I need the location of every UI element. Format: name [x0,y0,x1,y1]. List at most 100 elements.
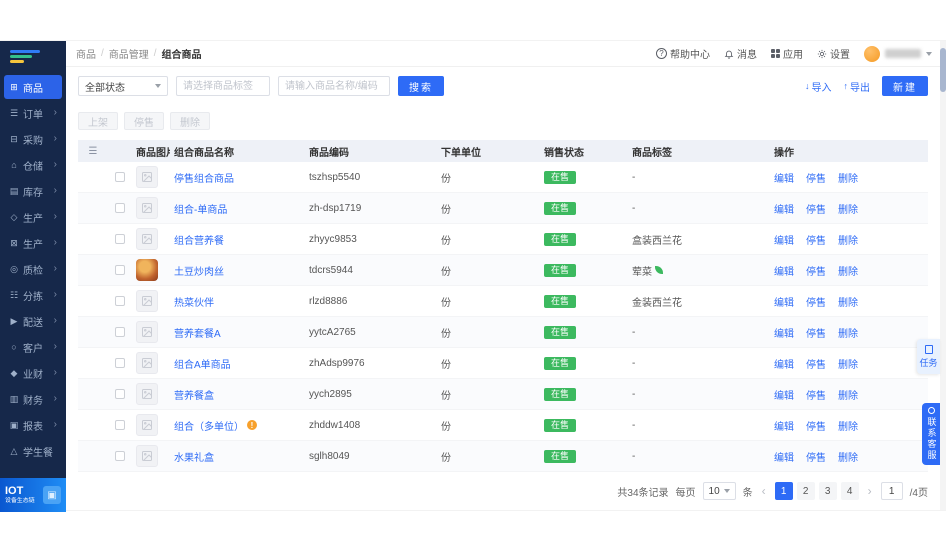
sidebar-menu-item[interactable]: ☰ 订单 › [4,101,62,125]
row-action-link[interactable]: 停售 [806,294,826,309]
row-checkbox[interactable] [115,451,125,461]
row-action-link[interactable]: 编辑 [774,449,794,464]
scrollbar-track[interactable] [940,41,946,510]
status-filter-select[interactable]: 全部状态 [78,76,168,96]
product-name-link[interactable]: 组合A单商品 [174,356,231,371]
bulk-stopsale-button[interactable]: 停售 [124,112,164,130]
sidebar-menu-item[interactable]: ○ 客户 › [4,335,62,359]
row-action-link[interactable]: 删除 [838,263,858,278]
row-checkbox[interactable] [115,358,125,368]
product-name-link[interactable]: 营养餐盒 [174,387,214,402]
sidebar-menu-item[interactable]: △ 学生餐 › [4,439,62,463]
row-checkbox[interactable] [115,389,125,399]
product-name-link[interactable]: 土豆炒肉丝 [174,263,224,278]
product-name-link[interactable]: 组合（多单位） [174,418,244,433]
settings-button[interactable]: 设置 [817,46,850,61]
row-action-link[interactable]: 停售 [806,356,826,371]
page-jump-input[interactable] [881,482,903,500]
user-menu[interactable] [864,46,932,62]
row-action-link[interactable]: 编辑 [774,294,794,309]
sidebar-menu-item[interactable]: ⊠ 生产 › [4,231,62,255]
sidebar-menu-item[interactable]: ▣ 报表 › [4,413,62,437]
row-action-link[interactable]: 停售 [806,387,826,402]
row-checkbox[interactable] [115,172,125,182]
row-action-link[interactable]: 删除 [838,201,858,216]
row-checkbox[interactable] [115,203,125,213]
breadcrumb-item[interactable]: 商品 [76,46,96,61]
row-action-link[interactable]: 删除 [838,449,858,464]
page-number[interactable]: 3 [819,482,837,500]
row-action-link[interactable]: 删除 [838,418,858,433]
row-action-link[interactable]: 删除 [838,294,858,309]
bulk-delete-button[interactable]: 删除 [170,112,210,130]
sidebar-menu-item[interactable]: ◇ 生产 › [4,205,62,229]
scrollbar-thumb[interactable] [940,48,946,92]
chevron-right-icon: › [54,368,57,378]
help-center-button[interactable]: ? 帮助中心 [656,46,710,61]
prev-page-button[interactable]: ‹ [760,484,768,498]
row-checkbox[interactable] [115,327,125,337]
row-actions: 编辑停售删除 [770,232,928,247]
product-name-link[interactable]: 组合-单商品 [174,201,227,216]
export-button[interactable]: ↑ 导出 [844,79,871,94]
sidebar-menu-item[interactable]: ☷ 分拣 › [4,283,62,307]
row-action-link[interactable]: 停售 [806,201,826,216]
row-action-link[interactable]: 编辑 [774,232,794,247]
row-action-link[interactable]: 编辑 [774,387,794,402]
row-checkbox[interactable] [115,265,125,275]
keyword-search-input[interactable] [278,76,390,96]
sidebar-menu-item[interactable]: ▤ 库存 › [4,179,62,203]
product-name-link[interactable]: 营养套餐A [174,325,221,340]
row-action-link[interactable]: 编辑 [774,325,794,340]
sidebar-menu-item[interactable]: ⊞ 商品 › [4,75,62,99]
row-action-link[interactable]: 停售 [806,449,826,464]
row-action-link[interactable]: 停售 [806,232,826,247]
product-name-link[interactable]: 水果礼盒 [174,449,214,464]
product-name-link[interactable]: 组合营养餐 [174,232,224,247]
import-button[interactable]: ↓ 导入 [805,79,832,94]
picture-placeholder-icon [141,295,153,307]
bulk-onshelf-button[interactable]: 上架 [78,112,118,130]
row-action-link[interactable]: 停售 [806,325,826,340]
row-action-link[interactable]: 停售 [806,418,826,433]
product-name-link[interactable]: 停售组合商品 [174,170,234,185]
row-checkbox[interactable] [115,420,125,430]
row-action-link[interactable]: 删除 [838,325,858,340]
sidebar-menu-item[interactable]: ▥ 财务 › [4,387,62,411]
sidebar-menu-item[interactable]: ⌂ 仓储 › [4,153,62,177]
row-action-link[interactable]: 编辑 [774,356,794,371]
list-settings-icon[interactable]: ☰ [89,146,98,157]
iot-banner[interactable]: IOT 设备生态链 ▣ [0,478,66,512]
customer-service-float-button[interactable]: 联系客服 [922,403,940,465]
row-action-link[interactable]: 删除 [838,170,858,185]
sidebar-menu-item[interactable]: ▶ 配送 › [4,309,62,333]
row-action-link[interactable]: 编辑 [774,170,794,185]
page-number[interactable]: 1 [775,482,793,500]
row-checkbox[interactable] [115,296,125,306]
sidebar-menu-item[interactable]: ◆ 业财 › [4,361,62,385]
messages-button[interactable]: 消息 [724,46,757,61]
create-button[interactable]: 新建 [882,76,928,96]
row-action-link[interactable]: 停售 [806,263,826,278]
row-action-link[interactable]: 编辑 [774,201,794,216]
row-action-link[interactable]: 删除 [838,387,858,402]
row-checkbox[interactable] [115,234,125,244]
status-badge: 在售 [544,202,576,215]
search-button[interactable]: 搜索 [398,76,444,96]
row-action-link[interactable]: 编辑 [774,418,794,433]
sidebar-menu-item[interactable]: ⊟ 采购 › [4,127,62,151]
next-page-button[interactable]: › [866,484,874,498]
breadcrumb-item[interactable]: 商品管理 [109,46,149,61]
row-action-link[interactable]: 编辑 [774,263,794,278]
tag-filter-input[interactable] [176,76,270,96]
tasks-float-button[interactable]: 任务 [917,339,940,374]
page-number[interactable]: 2 [797,482,815,500]
product-name-link[interactable]: 热菜伙伴 [174,294,214,309]
per-page-select[interactable]: 10 [703,482,736,500]
page-number[interactable]: 4 [841,482,859,500]
row-action-link[interactable]: 删除 [838,232,858,247]
sidebar-menu-item[interactable]: ◎ 质检 › [4,257,62,281]
row-action-link[interactable]: 删除 [838,356,858,371]
row-action-link[interactable]: 停售 [806,170,826,185]
apps-button[interactable]: 应用 [771,46,803,61]
